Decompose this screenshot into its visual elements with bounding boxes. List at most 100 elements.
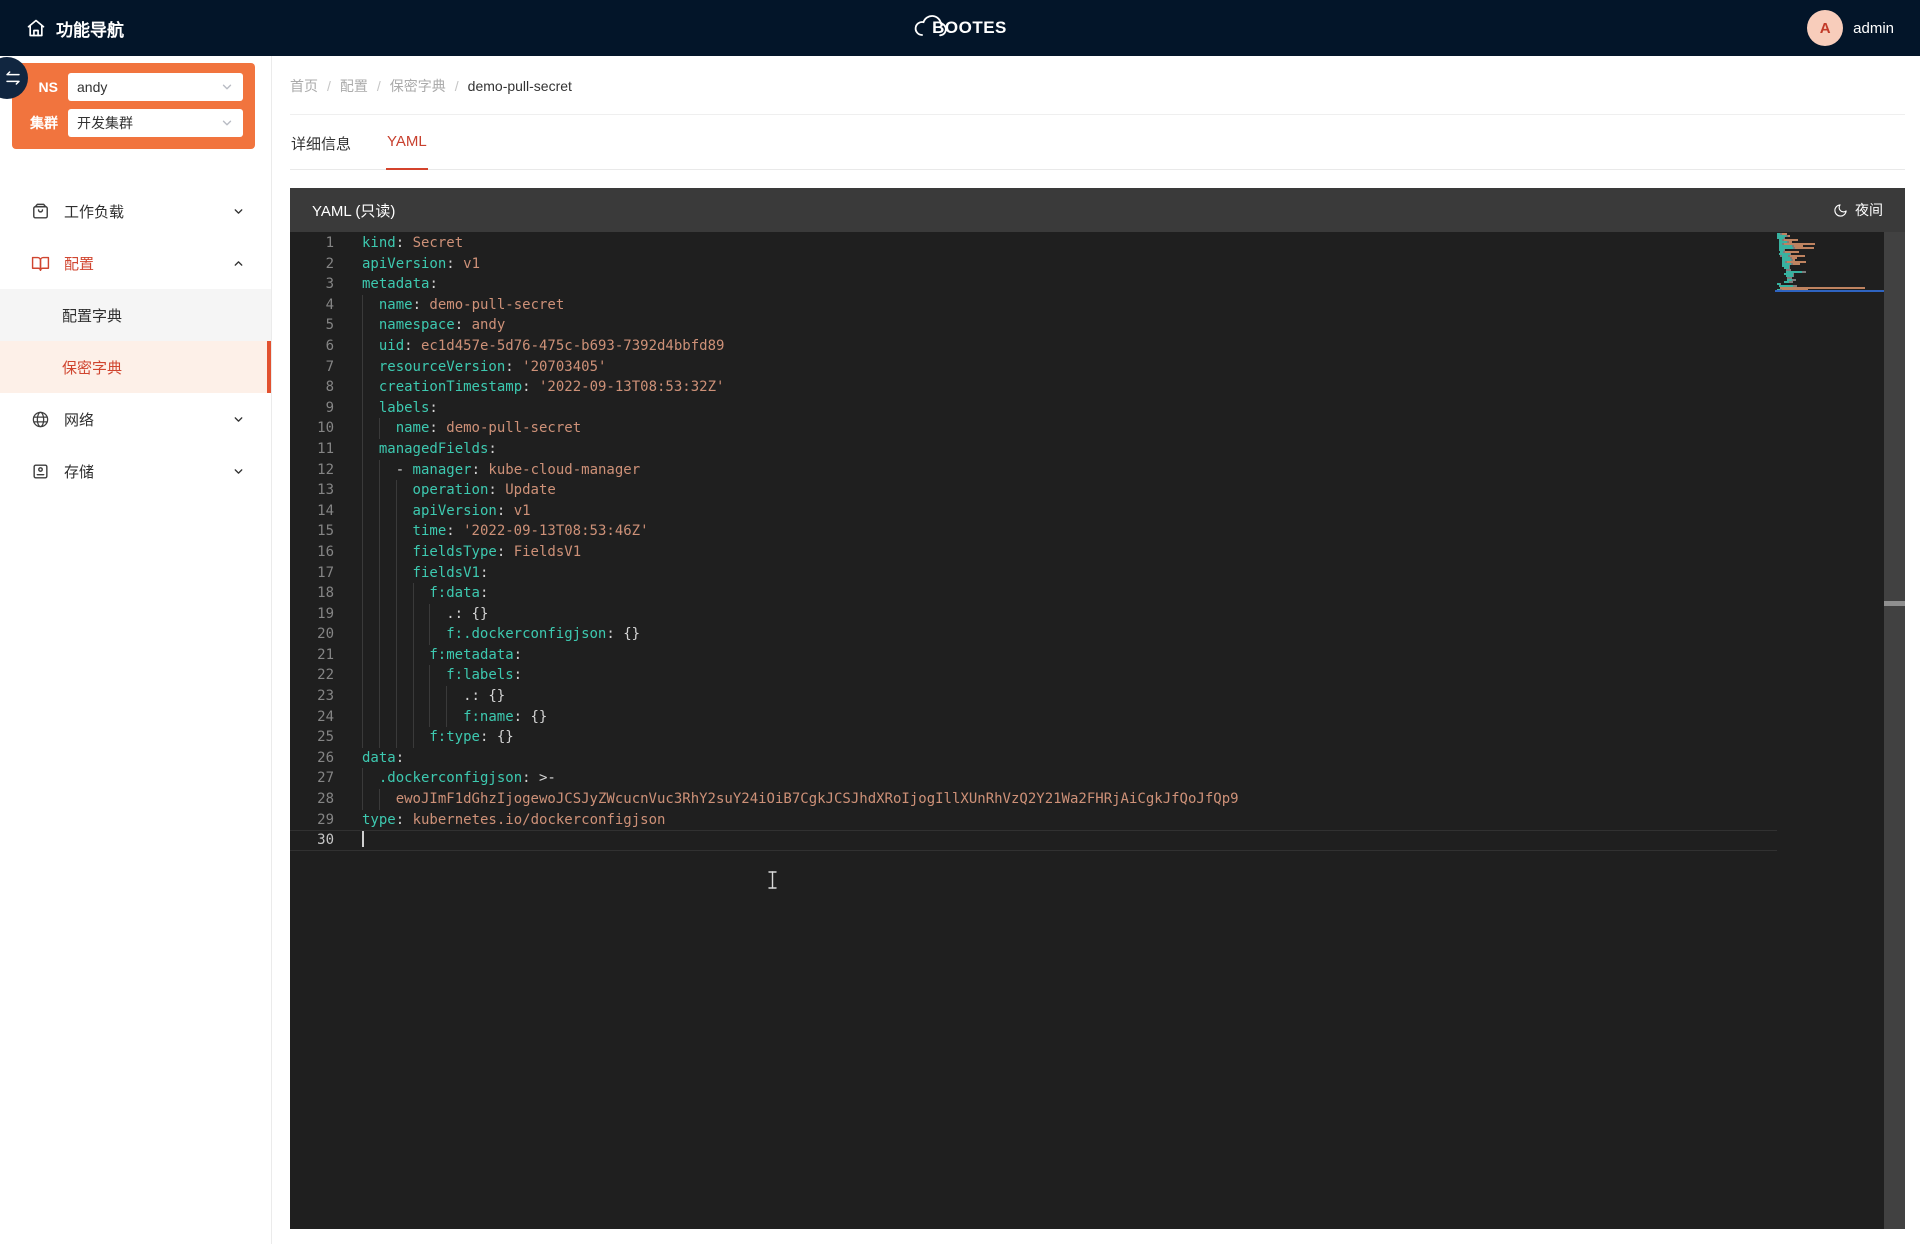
- code-token: Update: [505, 482, 556, 498]
- indent-guide: [379, 460, 396, 481]
- minimap-segment: [1791, 281, 1793, 283]
- avatar: A: [1807, 10, 1843, 46]
- indent-guide: [362, 357, 379, 378]
- code-token: ec1d457e-5d76-475c-b693-7392d4bbfd89: [421, 338, 724, 354]
- line-number: 28: [290, 789, 334, 810]
- indent-guide: [413, 604, 430, 625]
- code-token: f:data: [429, 585, 480, 601]
- code-token: :: [522, 379, 539, 395]
- page: 功能导航 BOOTES A admin NSandy集群开发集群 工作负载配置配…: [0, 0, 1920, 1244]
- indent-guide: [396, 480, 413, 501]
- sidebar-item-label: 配置: [64, 253, 94, 274]
- code-line: 11managedFields:: [290, 439, 1905, 460]
- editor-header: YAML (只读) 夜间: [290, 188, 1905, 232]
- minimap[interactable]: [1777, 233, 1883, 293]
- cluster-select[interactable]: 开发集群: [68, 109, 243, 137]
- code-token: demo-pull-secret: [446, 420, 581, 436]
- indent-guide: [379, 521, 396, 542]
- user-menu[interactable]: A admin: [1807, 10, 1894, 46]
- indent-guide: [413, 665, 430, 686]
- indent-guide: [396, 707, 413, 728]
- line-number: 9: [290, 398, 334, 419]
- code-token: :: [522, 770, 539, 786]
- code-token: metadata: [362, 276, 429, 292]
- sidebar-item-workload[interactable]: 工作负载: [0, 185, 271, 237]
- code-line: 13operation: Update: [290, 480, 1905, 501]
- sidebar-item-config[interactable]: 配置: [0, 237, 271, 289]
- sidebar-subitem-secret[interactable]: 保密字典: [0, 341, 271, 393]
- indent-guide: [362, 501, 379, 522]
- code-token: ewoJImF1dGhzIjogewoJCSJyZWcucnVuc3RhY2su…: [396, 791, 1239, 807]
- tab-yaml[interactable]: YAML: [386, 115, 428, 170]
- indent-guide: [362, 727, 379, 748]
- code-token: :: [488, 482, 505, 498]
- indent-guide: [429, 686, 446, 707]
- indent-guide: [362, 624, 379, 645]
- indent-guide: [446, 707, 463, 728]
- indent-guide: [362, 645, 379, 666]
- code-token: kind: [362, 235, 396, 251]
- indent-guide: [379, 707, 396, 728]
- code-line: 10name: demo-pull-secret: [290, 418, 1905, 439]
- indent-guide: [413, 624, 430, 645]
- namespace-filter-row: NSandy: [22, 73, 243, 101]
- indent-guide: [413, 645, 430, 666]
- sidebar-subitem-configmap[interactable]: 配置字典: [0, 289, 271, 341]
- code-line: 7resourceVersion: '20703405': [290, 357, 1905, 378]
- breadcrumb-separator: /: [327, 78, 331, 94]
- line-number: 4: [290, 295, 334, 316]
- theme-toggle-button[interactable]: 夜间: [1833, 200, 1883, 220]
- indent-guide: [396, 604, 413, 625]
- code-token: fieldsV1: [413, 565, 480, 581]
- line-number: 13: [290, 480, 334, 501]
- line-number: 5: [290, 315, 334, 336]
- namespace-panel: NSandy 集群开发集群: [12, 63, 255, 149]
- indent-guide: [413, 707, 430, 728]
- sidebar-item-storage[interactable]: 存储: [0, 445, 271, 497]
- network-icon: [30, 409, 50, 429]
- code-token: :: [455, 606, 472, 622]
- minimap-segment: [1804, 271, 1806, 273]
- code-line: 3metadata:: [290, 274, 1905, 295]
- line-number: 15: [290, 521, 334, 542]
- tab-details[interactable]: 详细信息: [290, 115, 352, 170]
- code-token: :: [505, 359, 522, 375]
- code-token: kube-cloud-manager: [488, 462, 640, 478]
- breadcrumb-item[interactable]: 首页: [290, 76, 318, 96]
- code-token: :: [404, 338, 421, 354]
- code-token: andy: [472, 317, 506, 333]
- indent-guide: [362, 563, 379, 584]
- code-token: v1: [514, 503, 531, 519]
- code-token: fieldsType: [413, 544, 497, 560]
- code-token: {}: [531, 709, 548, 725]
- code-line: 30: [290, 830, 1905, 851]
- namespace-select[interactable]: andy: [68, 73, 243, 101]
- code-token: name: [396, 420, 430, 436]
- code-token: {}: [472, 606, 489, 622]
- editor-scrollbar[interactable]: [1884, 232, 1905, 1229]
- indent-guide: [362, 460, 379, 481]
- code-token: uid: [379, 338, 404, 354]
- code-line: 21f:metadata:: [290, 645, 1905, 666]
- code-line: 29type: kubernetes.io/dockerconfigjson: [290, 810, 1905, 831]
- indent-guide: [379, 501, 396, 522]
- code-line: 6uid: ec1d457e-5d76-475c-b693-7392d4bbfd…: [290, 336, 1905, 357]
- indent-guide: [379, 645, 396, 666]
- sidebar: NSandy 集群开发集群 工作负载配置配置字典保密字典网络存储: [0, 56, 272, 1244]
- code-token: :: [396, 750, 404, 766]
- code-area[interactable]: 1kind: Secret2apiVersion: v13metadata:4n…: [290, 232, 1905, 1229]
- workload-icon: [30, 201, 50, 221]
- indent-guide: [429, 707, 446, 728]
- topbar: 功能导航 BOOTES A admin: [0, 0, 1920, 56]
- code-token: time: [413, 523, 447, 539]
- code-token: f:name: [463, 709, 514, 725]
- line-number: 7: [290, 357, 334, 378]
- breadcrumb-item[interactable]: 配置: [340, 76, 368, 96]
- sidebar-item-network[interactable]: 网络: [0, 393, 271, 445]
- indent-guide: [379, 727, 396, 748]
- code-token: '2022-09-13T08:53:46Z': [463, 523, 648, 539]
- nav-home[interactable]: 功能导航: [26, 16, 124, 41]
- breadcrumb-item[interactable]: 保密字典: [390, 76, 446, 96]
- filter-label: 集群: [22, 113, 58, 133]
- indent-guide: [362, 521, 379, 542]
